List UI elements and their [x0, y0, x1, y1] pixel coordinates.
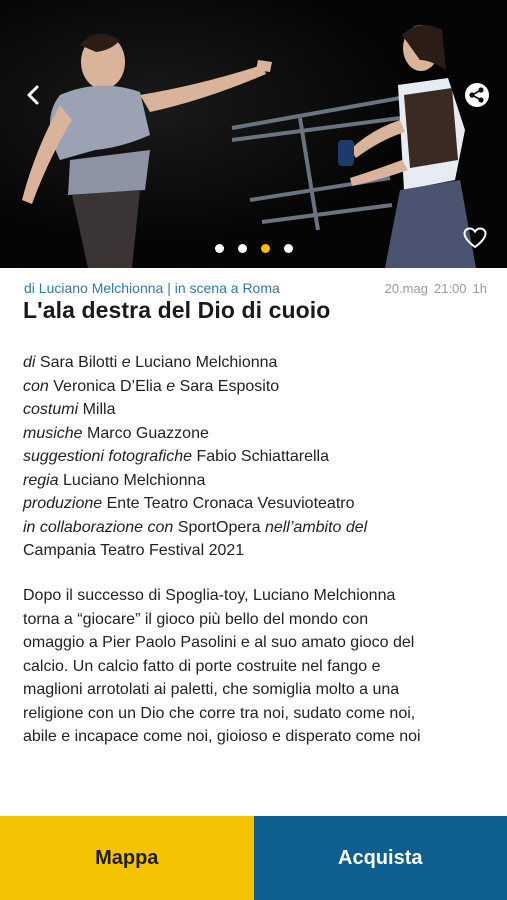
credit-photo: suggestioni fotografiche Fabio Schiattar… [23, 445, 493, 469]
description-line: omaggio a Pier Paolo Pasolini e al suo a… [23, 634, 415, 651]
credit-value: Sara Bilotti [39, 354, 118, 371]
credit-value: Milla [82, 401, 116, 418]
credit-role: musiche [23, 424, 83, 442]
carousel-dot[interactable] [283, 244, 293, 253]
credit-role: in collaborazione con [23, 518, 174, 536]
credit-role: con [23, 377, 49, 395]
credit-role: di [23, 354, 36, 371]
carousel-indicator[interactable] [0, 244, 507, 253]
credit-value: Marco Guazzone [87, 424, 209, 442]
event-time: 21:00 [433, 280, 467, 296]
action-bar: Mappa Acquista [0, 816, 507, 900]
credit-role: costumi [23, 401, 79, 418]
description-line: Dopo il successo di Spoglia-toy, Luciano… [23, 587, 396, 604]
share-button[interactable] [459, 77, 495, 113]
description-line: torna a “giocare” il gioco più bello del… [23, 610, 369, 628]
favorite-button[interactable] [457, 220, 493, 256]
credit-value: Campania Teatro Festival 2021 [23, 542, 245, 559]
credit-value: Luciano Melchionna [135, 354, 278, 371]
stage-photo [0, 0, 507, 268]
credit-costumes: costumi Milla [23, 398, 493, 422]
description-line: abile e incapace come noi, gioioso e dis… [23, 728, 421, 745]
event-datetime: 20.mag 21:00 1h [385, 281, 487, 296]
event-meta-row: di Luciano Melchionna | in scena a Roma … [24, 278, 487, 298]
credit-value: Luciano Melchionna [63, 471, 206, 489]
carousel-dot-active[interactable] [260, 244, 270, 253]
share-icon [465, 83, 489, 107]
credit-join: e [121, 354, 131, 371]
heart-outline-icon [463, 227, 487, 249]
carousel-dot[interactable] [237, 244, 247, 253]
event-credits: di Sara Bilotti e Luciano Melchionna con… [23, 351, 493, 563]
event-title: L'ala destra del Dio di cuoio [23, 297, 331, 323]
credit-festival: Campania Teatro Festival 2021 [23, 539, 493, 563]
credit-direction: regia Luciano Melchionna [23, 469, 493, 493]
credit-role: regia [23, 471, 59, 489]
credit-value: Veronica D’Elia [53, 377, 162, 395]
credit-author: di Sara Bilotti e Luciano Melchionna [23, 351, 493, 375]
credit-music: musiche Marco Guazzone [23, 422, 493, 446]
credit-role: suggestioni fotografiche [23, 448, 192, 465]
carousel-dot[interactable] [214, 244, 224, 253]
credit-join: e [166, 377, 176, 395]
event-hero-image[interactable] [0, 0, 507, 268]
credit-value: Ente Teatro Cronaca Vesuvioteatro [106, 495, 355, 512]
credit-role: produzione [23, 495, 103, 512]
credit-production: produzione Ente Teatro Cronaca Vesuviote… [23, 492, 493, 516]
chevron-left-icon [27, 85, 39, 105]
event-description: Dopo il successo di Spoglia-toy, Luciano… [23, 584, 493, 749]
map-button[interactable]: Mappa [0, 816, 254, 900]
back-button[interactable] [16, 77, 52, 113]
credit-value: Fabio Schiattarella [196, 448, 329, 465]
credit-cast: con Veronica D’Elia e Sara Esposito [23, 375, 493, 399]
event-category[interactable]: di Luciano Melchionna | in scena a Roma [24, 280, 280, 296]
credit-value: Sara Esposito [179, 377, 280, 395]
description-line: maglioni arrotolati ai paletti, che somi… [23, 681, 400, 698]
credit-join: nell’ambito del [264, 518, 368, 536]
event-duration: 1h [472, 280, 487, 296]
event-date: 20.mag [384, 280, 428, 296]
credit-value: SportOpera [177, 518, 261, 536]
description-line: religione con un Dio che corre tra noi, … [23, 704, 416, 722]
description-line: calcio. Un calcio fatto di porte costrui… [23, 657, 381, 675]
buy-button[interactable]: Acquista [253, 816, 507, 900]
credit-collaboration: in collaborazione con SportOpera nell’am… [23, 516, 493, 540]
